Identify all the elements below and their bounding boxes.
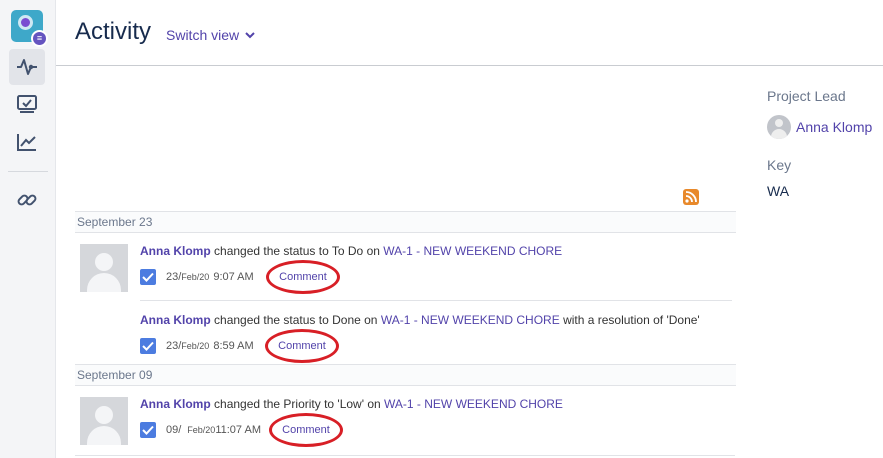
task-type-icon [140, 269, 156, 285]
timestamp-month: Feb/20 [181, 272, 210, 282]
page-header: Activity Switch view [56, 0, 883, 66]
task-type-icon [140, 422, 156, 438]
timestamp-month: Feb/20 [181, 341, 210, 351]
project-lead-link[interactable]: Anna Klomp [796, 119, 872, 135]
activity-meta: 09/ Feb/20 11:07 AM [140, 422, 261, 438]
comment-link[interactable]: Comment [278, 340, 326, 352]
comment-highlight: Comment [266, 260, 340, 294]
entry-divider [140, 300, 732, 301]
project-badge-icon: ≡ [31, 30, 48, 47]
link-icon[interactable] [9, 182, 45, 218]
activity-icon[interactable] [9, 49, 45, 85]
user-link[interactable]: Anna Klomp [140, 244, 211, 258]
activity-text: Anna Klomp changed the Priority to 'Low'… [140, 397, 563, 411]
timestamp-day: 09/ [166, 424, 182, 436]
project-logo-mark [18, 15, 33, 30]
date-group-header: September 23 [75, 211, 736, 233]
lead-avatar [767, 115, 791, 139]
comment-link[interactable]: Comment [279, 271, 327, 283]
timestamp-time: 9:07 AM [213, 271, 254, 283]
user-link[interactable]: Anna Klomp [140, 313, 211, 327]
timestamp-day: 23/ [166, 271, 182, 283]
activity-text: Anna Klomp changed the status to Done on… [140, 313, 700, 327]
entry-divider [75, 455, 735, 456]
project-lead: Anna Klomp [767, 115, 883, 139]
project-lead-label: Project Lead [767, 88, 846, 104]
project-key-value: WA [767, 183, 790, 199]
activity-meta: 23/ Feb/20 8:59 AM [140, 338, 254, 354]
activity-text: Anna Klomp changed the status to To Do o… [140, 244, 562, 258]
switch-view-dropdown[interactable]: Switch view [166, 27, 255, 43]
project-details: Project Lead Anna Klomp Key WA [767, 88, 883, 199]
rss-feed-icon[interactable] [683, 189, 699, 205]
user-avatar [80, 397, 128, 445]
sidebar-divider [8, 171, 48, 172]
comment-link[interactable]: Comment [282, 424, 330, 436]
timestamp-time: 11:07 AM [215, 424, 261, 436]
date-group-header: September 09 [75, 364, 736, 386]
board-icon[interactable] [9, 86, 45, 122]
timestamp-time: 8:59 AM [213, 340, 254, 352]
user-link[interactable]: Anna Klomp [140, 397, 211, 411]
timestamp-day: 23/ [166, 340, 182, 352]
task-type-icon [140, 338, 156, 354]
activity-action: changed the status to Done on [214, 313, 378, 327]
project-logo[interactable]: ≡ [11, 10, 48, 47]
sidebar: ≡ [0, 0, 56, 458]
activity-entry: Anna Klomp changed the status to Done on… [75, 302, 735, 363]
reports-icon[interactable] [9, 124, 45, 160]
activity-action: changed the status to To Do on [214, 244, 380, 258]
chevron-down-icon [245, 32, 255, 39]
comment-highlight: Comment [269, 413, 343, 447]
issue-link[interactable]: WA-1 - NEW WEEKEND CHORE [384, 397, 563, 411]
activity-entry: Anna Klomp changed the Priority to 'Low'… [75, 386, 735, 454]
page-title: Activity [75, 18, 152, 45]
issue-link[interactable]: WA-1 - NEW WEEKEND CHORE [383, 244, 562, 258]
project-key-label: Key [767, 157, 792, 173]
activity-meta: 23/ Feb/20 9:07 AM [140, 269, 254, 285]
timestamp-month: Feb/20 [187, 425, 216, 435]
comment-highlight: Comment [265, 329, 339, 363]
activity-action: changed the Priority to 'Low' on [214, 397, 381, 411]
user-avatar [80, 244, 128, 292]
issue-link[interactable]: WA-1 - NEW WEEKEND CHORE [381, 313, 560, 327]
activity-entry: Anna Klomp changed the status to To Do o… [75, 233, 735, 301]
switch-view-label: Switch view [166, 27, 240, 43]
activity-suffix: with a resolution of 'Done' [563, 313, 700, 327]
